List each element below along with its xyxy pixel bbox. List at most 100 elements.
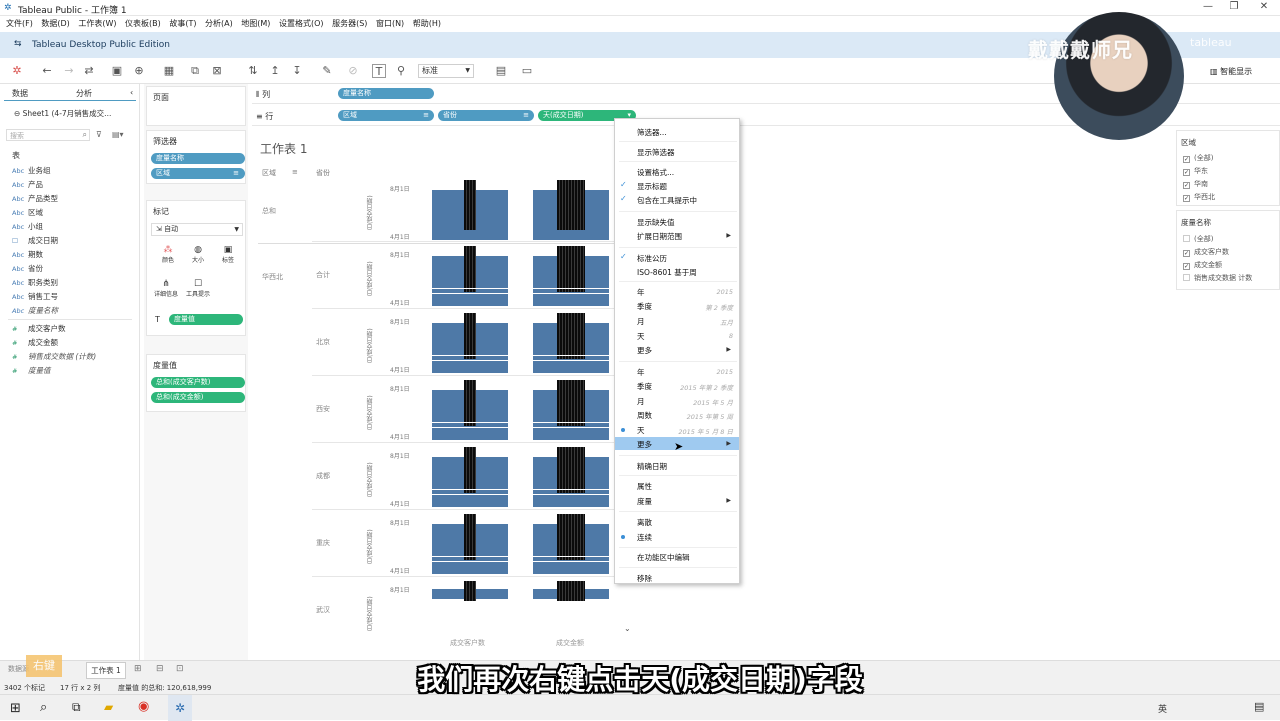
context-menu-item[interactable]: 更多 ▶ xyxy=(615,343,739,356)
replay-icon[interactable]: ⇄ xyxy=(82,64,96,78)
field-item[interactable]: # 度量值 xyxy=(12,364,51,377)
maximize-button[interactable]: ❐ xyxy=(1222,1,1246,15)
context-menu-item[interactable]: 天 2015 年 5 月 8 日 xyxy=(615,423,739,436)
field-item[interactable]: Abc 销售工号 xyxy=(12,290,58,303)
context-menu-item[interactable]: ISO-8601 基于周 xyxy=(615,265,739,278)
field-item[interactable]: Abc 区域 xyxy=(12,206,43,219)
highlight-icon[interactable]: ✎ xyxy=(320,64,334,78)
context-menu-item[interactable]: 筛选器... xyxy=(615,125,739,138)
sort-desc-icon[interactable]: ↧ xyxy=(290,64,304,78)
menu-dashboard[interactable]: 仪表板(B) xyxy=(125,18,161,29)
connect-icon[interactable]: ⇆ xyxy=(14,39,22,49)
measure-values-pill[interactable]: 度量值 xyxy=(169,314,243,325)
datasource-item[interactable]: ⊖ Sheet1 (4-7月销售成交... xyxy=(14,108,111,119)
context-menu-item[interactable]: 离散 xyxy=(615,515,739,528)
presentation-icon[interactable]: ▭ xyxy=(520,64,534,78)
field-item[interactable]: Abc 期数 xyxy=(12,248,43,261)
context-menu-item[interactable]: 季度 第 2 季度 xyxy=(615,299,739,312)
tableau-taskbar-icon[interactable]: ✲ xyxy=(168,695,192,721)
context-menu-item[interactable]: 显示缺失值 xyxy=(615,215,739,228)
menu-format[interactable]: 设置格式(O) xyxy=(279,18,324,29)
date-density-mark[interactable] xyxy=(464,380,476,426)
view-icon[interactable]: ▤▾ xyxy=(112,130,124,139)
filters-card[interactable]: 筛选器 度量名称 区域 ≡ xyxy=(146,130,246,184)
date-density-mark[interactable] xyxy=(557,514,585,560)
search-field[interactable]: 搜索 ⌕ xyxy=(6,129,90,141)
marks-card[interactable]: 标记 ⇲ 自动 ▼ ⁂ 颜色 ◍ 大小 ▣ 标签 ⋔ 详细信息 ☐ 工具提示 T 度量值 xyxy=(146,200,246,336)
tooltip-button[interactable]: ☐ 工具提示 xyxy=(185,279,211,298)
date-density-mark[interactable] xyxy=(464,313,476,359)
legend-item[interactable]: ✓ 成交金额 xyxy=(1183,260,1222,270)
legend-item[interactable]: 销售成交数据 计数 xyxy=(1183,273,1252,283)
redo-icon[interactable]: → xyxy=(62,64,76,78)
input-language[interactable]: 英 xyxy=(1158,702,1167,715)
scroll-down-icon[interactable]: ⌄ xyxy=(624,624,631,633)
columns-pill[interactable]: 度量名称 xyxy=(338,88,434,99)
undo-icon[interactable]: ← xyxy=(40,64,54,78)
date-density-mark[interactable] xyxy=(557,246,585,292)
field-item[interactable]: # 销售成交数据 (计数) xyxy=(12,350,96,363)
date-density-mark[interactable] xyxy=(557,581,585,601)
context-menu-item[interactable]: 周数 2015 年第 5 周 xyxy=(615,408,739,421)
context-menu-item[interactable]: 在功能区中编辑 xyxy=(615,550,739,563)
menu-worksheet[interactable]: 工作表(W) xyxy=(78,18,116,29)
swap-icon[interactable]: ⇅ xyxy=(246,64,260,78)
new-datasource-icon[interactable]: ⊕ xyxy=(132,64,146,78)
context-menu-item[interactable]: 连续 xyxy=(615,530,739,543)
menu-data[interactable]: 数据(D) xyxy=(41,18,69,29)
context-menu-item[interactable]: 天8 xyxy=(615,329,739,342)
context-menu-item[interactable]: 月 五月 xyxy=(615,314,739,327)
context-menu-item[interactable]: 季度 2015 年第 2 季度 xyxy=(615,379,739,392)
color-button[interactable]: ⁂ 颜色 xyxy=(157,245,179,264)
duplicate-sheet-icon[interactable]: ⧉ xyxy=(188,64,202,78)
menu-help[interactable]: 帮助(H) xyxy=(413,18,441,29)
legend-item[interactable]: ✓ 成交客户数 xyxy=(1183,247,1229,257)
tab-data[interactable]: 数据 xyxy=(12,88,28,99)
context-menu-item[interactable]: 显示筛选器 xyxy=(615,145,739,158)
context-menu-item[interactable]: 年 2015 xyxy=(615,365,739,378)
field-item[interactable]: Abc 产品类型 xyxy=(12,192,58,205)
date-density-mark[interactable] xyxy=(464,180,476,230)
sort-asc-icon[interactable]: ↥ xyxy=(268,64,282,78)
smart-show-button[interactable]: ▥ 智能显示 xyxy=(1210,66,1252,77)
windows-start-icon[interactable]: ⊞ xyxy=(10,701,21,716)
legend-item[interactable]: ✓ 华东 xyxy=(1183,166,1208,176)
date-density-mark[interactable] xyxy=(557,380,585,426)
filter-pill[interactable]: 度量名称 xyxy=(151,153,245,164)
context-menu-item[interactable]: 设置格式... xyxy=(615,165,739,178)
context-menu-item[interactable]: 扩展日期范围 ▶ xyxy=(615,229,739,242)
task-view-icon[interactable]: ⧉ xyxy=(72,700,81,715)
show-cards-icon[interactable]: ▤ xyxy=(494,64,508,78)
pages-card[interactable]: 页面 xyxy=(146,86,246,126)
close-button[interactable]: ✕ xyxy=(1252,1,1276,15)
context-menu-item[interactable]: 属性 xyxy=(615,479,739,492)
minimize-button[interactable]: — xyxy=(1196,1,1220,15)
date-density-mark[interactable] xyxy=(557,180,585,230)
label-button[interactable]: ▣ 标签 xyxy=(217,245,239,264)
legend-item[interactable]: ✓ 华西北 xyxy=(1183,192,1215,202)
field-item[interactable]: Abc 业务组 xyxy=(12,164,51,177)
new-sheet-icon[interactable]: ▦ xyxy=(162,64,176,78)
rows-pill[interactable]: 省份 ≡ xyxy=(438,110,534,121)
show-labels-icon[interactable]: T xyxy=(372,64,386,78)
menu-story[interactable]: 故事(T) xyxy=(169,18,196,29)
date-density-mark[interactable] xyxy=(464,514,476,560)
context-menu-item[interactable]: 显示标题 ✓ xyxy=(615,179,739,192)
context-menu-item[interactable]: 标准公历 ✓ xyxy=(615,251,739,264)
menu-analysis[interactable]: 分析(A) xyxy=(205,18,233,29)
field-item[interactable]: Abc 产品 xyxy=(12,178,43,191)
menu-file[interactable]: 文件(F) xyxy=(6,18,33,29)
menu-map[interactable]: 地图(M) xyxy=(241,18,270,29)
context-menu-item[interactable]: 年 2015 xyxy=(615,285,739,298)
field-item[interactable]: Abc 省份 xyxy=(12,262,43,275)
file-explorer-icon[interactable]: ▰ xyxy=(104,700,113,714)
detail-button[interactable]: ⋔ 详细信息 xyxy=(153,279,179,298)
menu-server[interactable]: 服务器(S) xyxy=(332,18,367,29)
field-item[interactable]: # 成交金额 xyxy=(12,336,58,349)
menu-window[interactable]: 窗口(N) xyxy=(376,18,404,29)
date-density-mark[interactable] xyxy=(557,447,585,493)
measure-values-card[interactable]: 度量值 总和(成交客户数) 总和(成交金额) xyxy=(146,354,246,412)
context-menu-item[interactable]: 移除 xyxy=(615,571,739,584)
fit-select[interactable]: 标准 ▼ xyxy=(418,64,474,78)
field-item[interactable]: Abc 度量名称 xyxy=(12,304,58,317)
